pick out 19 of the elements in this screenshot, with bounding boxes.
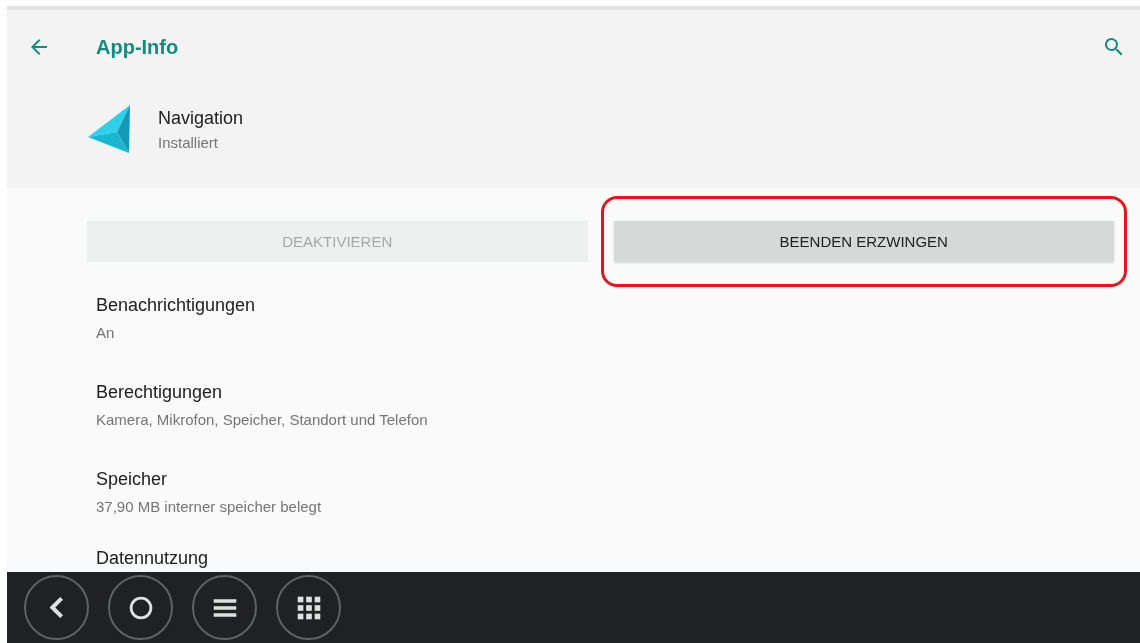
setting-title[interactable]: Berechtigungen — [96, 382, 223, 403]
navigation-arrow-icon — [87, 104, 131, 154]
app-name: Navigation — [158, 107, 244, 129]
back-button[interactable] — [24, 575, 89, 640]
setting-summary: An — [96, 324, 116, 341]
screen-title: App-Info — [96, 35, 180, 59]
setting-title[interactable]: Datennutzung — [96, 549, 209, 568]
app-status: Installiert — [158, 133, 220, 151]
home-button[interactable] — [108, 575, 173, 640]
circle-icon — [128, 595, 153, 620]
menu-button[interactable] — [192, 575, 257, 640]
setting-summary: Kamera, Mikrofon, Speicher, Standort und Telefon — [96, 411, 429, 428]
setting-title[interactable]: Speicher — [96, 469, 168, 490]
setting-summary: 37,90 MB interner speicher belegt — [96, 498, 323, 515]
action-button[interactable]: BEENDEN ERZWINGEN — [613, 221, 1114, 262]
apps-button[interactable] — [276, 575, 341, 640]
chevron-left-icon — [49, 596, 64, 619]
setting-title[interactable]: Benachrichtigungen — [96, 295, 256, 316]
grid-icon — [296, 595, 321, 620]
